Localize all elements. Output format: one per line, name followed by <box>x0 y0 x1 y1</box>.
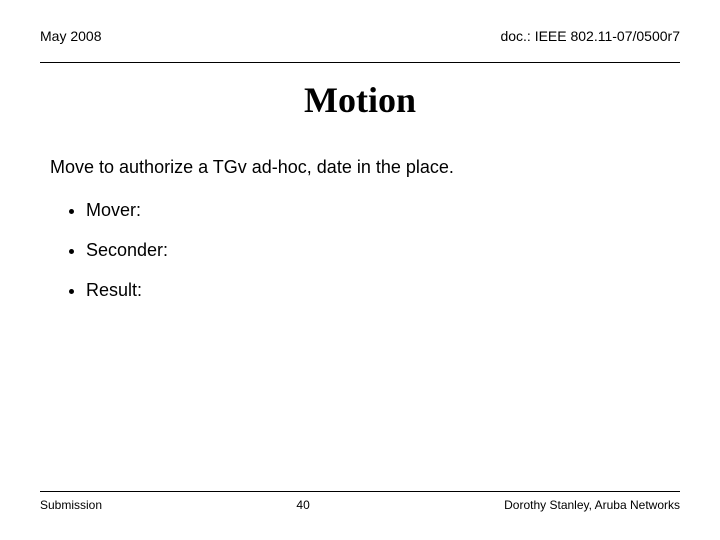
bullet-list: Mover: Seconder: Result: <box>86 192 670 308</box>
header-doc-id: doc.: IEEE 802.11-07/0500r7 <box>500 28 680 44</box>
slide-footer: Submission 40 Dorothy Stanley, Aruba Net… <box>40 491 680 512</box>
list-item: Mover: <box>86 192 670 228</box>
footer-author: Dorothy Stanley, Aruba Networks <box>504 498 680 512</box>
slide-header: May 2008 doc.: IEEE 802.11-07/0500r7 <box>40 28 680 44</box>
list-item: Result: <box>86 272 670 308</box>
list-item: Seconder: <box>86 232 670 268</box>
slide: May 2008 doc.: IEEE 802.11-07/0500r7 Mot… <box>0 0 720 540</box>
footer-submission: Submission <box>40 498 102 512</box>
header-date: May 2008 <box>40 28 101 44</box>
footer-page-number: 40 <box>296 498 309 512</box>
slide-title: Motion <box>40 79 680 121</box>
slide-content: Move to authorize a TGv ad-hoc, date in … <box>40 157 680 481</box>
top-divider <box>40 62 680 63</box>
intro-paragraph: Move to authorize a TGv ad-hoc, date in … <box>50 157 670 178</box>
